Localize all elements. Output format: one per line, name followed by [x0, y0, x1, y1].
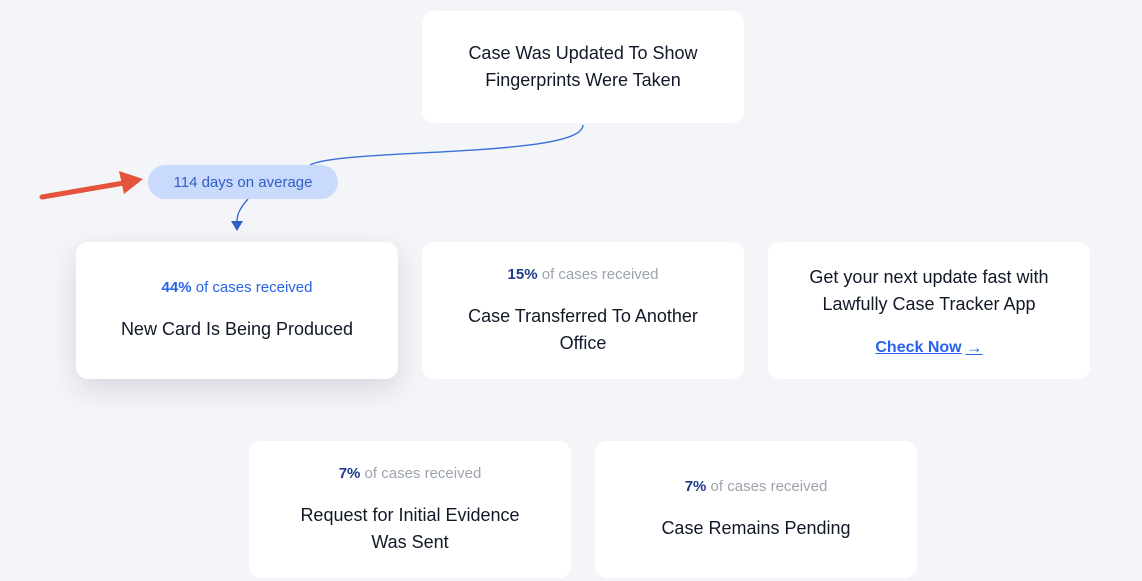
current-status-title-line1: Case Was Updated To Show [468, 43, 698, 63]
annotation-arrow [39, 171, 143, 200]
stat-line: 44% of cases received [162, 278, 313, 298]
stat-percent: 44% [161, 279, 192, 296]
stat-percent: 15% [507, 265, 538, 283]
stat-line: 7% of cases received [685, 477, 828, 497]
next-step-card-transferred[interactable]: 15% of cases received Case Transferred T… [422, 242, 744, 379]
stat-suffix: of cases received [537, 265, 659, 283]
check-now-label: Check Now [875, 338, 962, 356]
connector-line-down [236, 198, 249, 223]
card-title-line2: Was Sent [371, 531, 449, 552]
card-title-line1: Case Transferred To Another [468, 305, 698, 326]
check-now-link[interactable]: Check Now → [875, 338, 982, 358]
stat-suffix: of cases received [360, 464, 482, 482]
current-status-card: Case Was Updated To Show Fingerprints We… [422, 11, 744, 123]
stat-line: 15% of cases received [508, 265, 659, 285]
arrow-right-icon: → [965, 337, 983, 357]
current-status-title-line2: Fingerprints Were Taken [485, 70, 681, 90]
next-step-card-new-card[interactable]: 44% of cases received New Card Is Being … [76, 242, 398, 379]
promo-line2: Lawfully Case Tracker App [822, 293, 1036, 314]
stat-line: 7% of cases received [339, 464, 482, 484]
stat-percent: 7% [338, 464, 361, 482]
stat-suffix: of cases received [191, 279, 313, 296]
card-title-line1: Request for Initial Evidence [300, 504, 520, 525]
next-step-card-rfe[interactable]: 7% of cases received Request for Initial… [249, 441, 571, 578]
card-title: Case Remains Pending [661, 518, 851, 538]
average-days-badge: 114 days on average [148, 165, 338, 199]
stat-suffix: of cases received [706, 478, 828, 495]
next-step-card-pending[interactable]: 7% of cases received Case Remains Pendin… [595, 441, 917, 578]
promo-line1: Get your next update fast with [809, 266, 1049, 287]
connector-line [309, 124, 584, 166]
connector-arrowhead [231, 221, 243, 231]
stat-percent: 7% [684, 478, 707, 495]
card-title: New Card Is Being Produced [120, 319, 354, 339]
promo-card: Get your next update fast with Lawfully … [768, 242, 1090, 379]
card-title-line2: Office [559, 332, 607, 353]
